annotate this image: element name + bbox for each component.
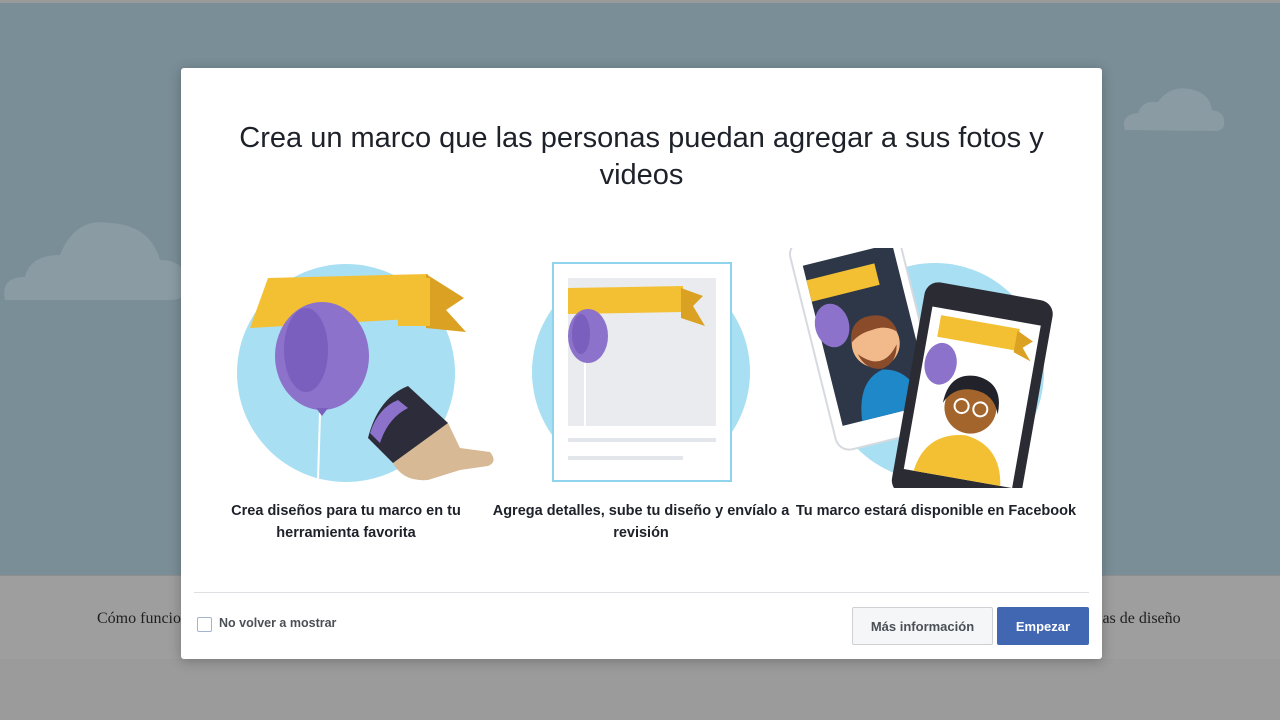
step-available — [787, 248, 1087, 488]
dialog-title: Crea un marco que las personas puedan ag… — [239, 122, 1044, 191]
frame-intro-dialog: Crea un marco que las personas puedan ag… — [181, 68, 1102, 659]
phones-people-icon — [789, 248, 1053, 488]
background-footer — [0, 659, 1280, 720]
step-design — [198, 248, 498, 488]
step-design-text: Crea diseños para tu marco en tu herrami… — [231, 503, 461, 541]
start-button[interactable]: Empezar — [997, 607, 1089, 645]
step-upload — [493, 248, 793, 488]
dont-show-checkbox[interactable] — [197, 617, 212, 632]
dont-show-label[interactable]: No volver a mostrar — [219, 616, 336, 630]
cloud-right-icon — [1123, 88, 1225, 131]
frame-upload-icon — [532, 262, 750, 482]
nav-link-how-it-works[interactable]: Cómo funcio — [97, 610, 181, 628]
cloud-left-icon — [4, 222, 186, 300]
footer-divider — [194, 592, 1089, 593]
more-info-button[interactable]: Más información — [852, 607, 993, 645]
step-upload-text: Agrega detalles, sube tu diseño y envíal… — [492, 503, 790, 541]
step-available-text: Tu marco estará disponible en Facebook — [795, 503, 1077, 519]
balloon-brush-icon — [237, 264, 494, 482]
nav-link-design-tools[interactable]: tas de diseño — [1098, 610, 1181, 628]
